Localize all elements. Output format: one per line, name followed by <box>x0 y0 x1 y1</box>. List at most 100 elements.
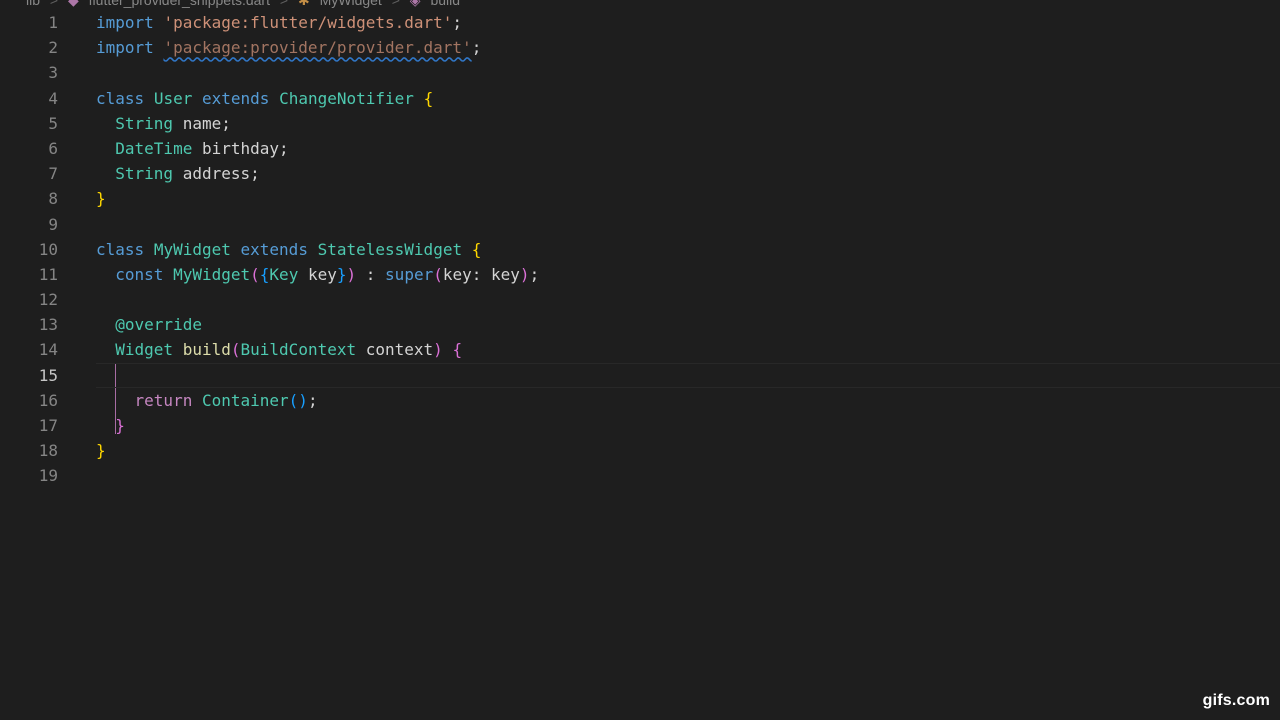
line-number: 13 <box>38 315 58 335</box>
code-token: String <box>115 113 174 133</box>
breadcrumb-folder[interactable]: lib <box>26 0 40 8</box>
breadcrumb-method[interactable]: build <box>430 0 460 8</box>
line-number: 10 <box>38 239 58 259</box>
code-line[interactable]: 12 <box>0 287 1280 312</box>
code-token: super <box>385 264 434 284</box>
line-number: 14 <box>38 340 58 360</box>
code-token: ChangeNotifier <box>279 88 414 108</box>
code-token: birthday; <box>192 138 289 158</box>
code-token: User <box>153 88 193 108</box>
breadcrumb: lib > ◆ flutter_provider_snippets.dart >… <box>26 0 466 9</box>
line-number: 1 <box>48 13 58 32</box>
method-symbol-icon: ◈ <box>409 0 421 8</box>
code-token: { <box>423 88 434 108</box>
code-text[interactable]: import 'package:flutter/widgets.dart'; <box>96 10 462 35</box>
code-line[interactable]: 11 const MyWidget({Key key}) : super(key… <box>0 262 1280 287</box>
code-token: name; <box>173 113 231 133</box>
code-line[interactable]: 13 @override <box>0 312 1280 337</box>
line-number: 2 <box>48 38 58 58</box>
code-token: extends <box>240 239 308 259</box>
code-token: } <box>96 189 106 209</box>
code-line[interactable]: 4 class User extends ChangeNotifier { <box>0 86 1280 111</box>
code-token: Widget <box>115 340 174 360</box>
code-line[interactable]: 7 String address; <box>0 161 1280 186</box>
breadcrumb-class[interactable]: MyWidget <box>320 0 382 8</box>
code-token: ) <box>519 264 530 284</box>
code-token: ( <box>433 264 443 284</box>
line-number: 18 <box>38 441 58 461</box>
code-token: ; <box>471 38 482 58</box>
code-text[interactable]: class MyWidget extends StatelessWidget { <box>96 237 481 262</box>
watermark-logo: gifs.com <box>1202 692 1270 709</box>
code-line[interactable]: 14 Widget build(BuildContext context) { <box>0 337 1280 362</box>
code-token: { <box>452 340 463 360</box>
line-number: 7 <box>48 164 58 184</box>
code-line[interactable]: 1 import 'package:flutter/widgets.dart'; <box>0 10 1280 35</box>
code-line[interactable]: 2 import 'package:provider/provider.dart'… <box>0 35 1280 60</box>
line-number: 8 <box>48 189 58 209</box>
code-text[interactable]: Widget build(BuildContext context) { <box>96 337 462 362</box>
line-number: 19 <box>38 466 58 486</box>
code-line[interactable]: 19 <box>0 463 1280 488</box>
code-lines[interactable]: 1 import 'package:flutter/widgets.dart'; 2… <box>0 10 1280 489</box>
code-token: return <box>134 390 193 410</box>
code-token: { <box>471 239 482 259</box>
code-token: class <box>96 88 145 108</box>
code-token: extends <box>201 88 270 108</box>
line-number: 6 <box>48 138 58 158</box>
code-token: ; <box>307 390 318 410</box>
code-token: address; <box>173 164 260 184</box>
line-number: 15 <box>38 365 58 385</box>
code-text[interactable]: DateTime birthday; <box>96 136 289 161</box>
code-token: key: key <box>442 264 520 284</box>
line-number: 11 <box>38 264 58 284</box>
code-token: () <box>288 390 308 410</box>
code-token: class <box>96 239 145 259</box>
code-line[interactable]: 6 DateTime birthday; <box>0 136 1280 161</box>
code-text[interactable]: return Container(); <box>96 388 318 413</box>
code-line[interactable]: 16 return Container(); <box>0 388 1280 413</box>
breadcrumb-separator: > <box>49 0 59 8</box>
code-line[interactable]: 9 <box>0 212 1280 237</box>
code-text[interactable]: String name; <box>96 111 231 136</box>
code-line[interactable]: 10 class MyWidget extends StatelessWidget… <box>0 237 1280 262</box>
breadcrumb-file[interactable]: flutter_provider_snippets.dart <box>89 0 270 8</box>
code-line[interactable]: 17 } <box>0 413 1280 438</box>
code-text[interactable]: String address; <box>96 161 260 186</box>
code-token: import <box>96 13 154 32</box>
code-text[interactable]: class User extends ChangeNotifier { <box>96 86 433 111</box>
code-line[interactable]: 15 <box>0 362 1280 388</box>
code-line[interactable]: 18} <box>0 438 1280 463</box>
code-line[interactable]: 8} <box>0 186 1280 211</box>
code-line[interactable]: 5 String name; <box>0 111 1280 136</box>
dart-file-icon: ◆ <box>67 0 79 8</box>
line-number: 3 <box>48 63 58 83</box>
code-text[interactable]: } <box>96 186 106 211</box>
code-text[interactable]: const MyWidget({Key key}) : super(key: k… <box>96 262 539 287</box>
breadcrumb-separator: > <box>279 0 289 8</box>
breadcrumb-separator: > <box>391 0 400 8</box>
code-token: : <box>356 264 386 284</box>
code-text[interactable]: } <box>96 438 106 463</box>
code-line[interactable]: 3 <box>0 60 1280 85</box>
code-text[interactable]: } <box>96 413 125 438</box>
code-token: BuildContext <box>240 340 357 360</box>
code-token: } <box>96 441 106 461</box>
code-editor[interactable]: lib > ◆ flutter_provider_snippets.dart >… <box>0 0 1280 720</box>
code-token: ) <box>433 340 443 360</box>
code-token: ) <box>346 264 357 284</box>
code-text[interactable]: import 'package:provider/provider.dart'; <box>96 35 481 60</box>
code-text[interactable]: @override <box>96 312 202 337</box>
